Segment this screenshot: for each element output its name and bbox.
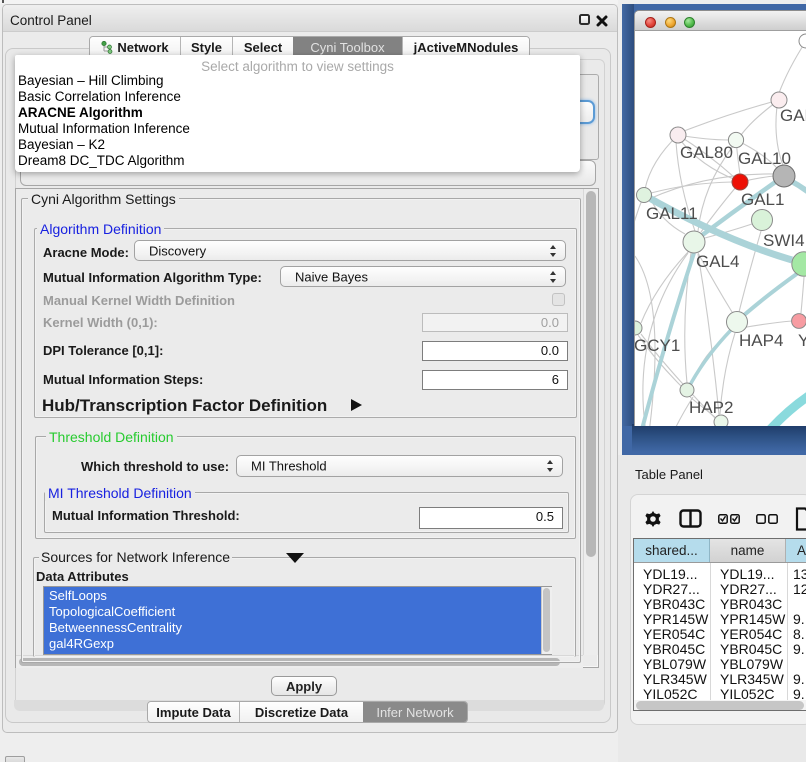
svg-text:HAP4: HAP4 bbox=[739, 331, 783, 350]
svg-text:GAL: GAL bbox=[780, 106, 806, 125]
svg-text:SWI4: SWI4 bbox=[763, 231, 805, 250]
svg-text:GCY1: GCY1 bbox=[635, 336, 680, 355]
svg-text:HAP2: HAP2 bbox=[689, 398, 733, 417]
svg-text:GAL1: GAL1 bbox=[741, 190, 784, 209]
svg-text:GAL4: GAL4 bbox=[696, 252, 739, 271]
svg-text:Y: Y bbox=[798, 331, 806, 350]
svg-text:GAL10: GAL10 bbox=[738, 149, 791, 168]
svg-text:GAL80: GAL80 bbox=[680, 143, 733, 162]
svg-text:GAL11: GAL11 bbox=[646, 204, 698, 223]
